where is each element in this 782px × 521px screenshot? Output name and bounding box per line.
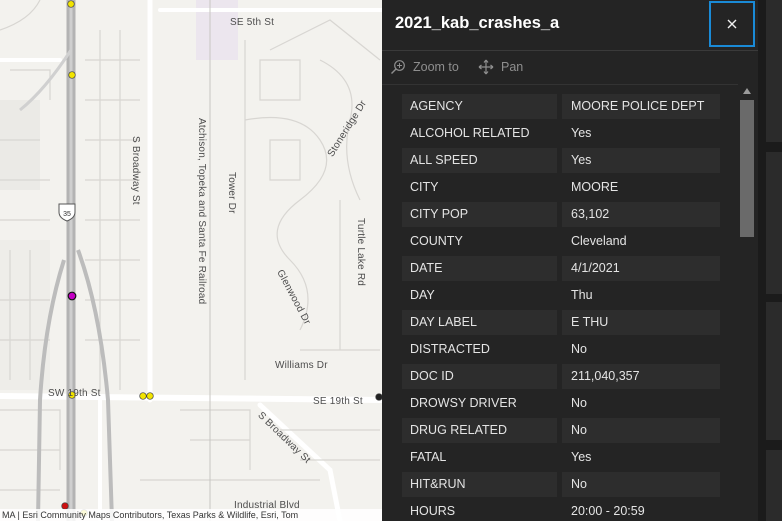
- attribute-key: DROWSY DRIVER: [410, 396, 517, 410]
- attribute-row: DAY LABEL E THU: [402, 310, 720, 337]
- attribute-value: No: [562, 418, 720, 443]
- attribute-value: MOORE POLICE DEPT: [562, 94, 720, 119]
- attribute-key: DISTRACTED: [410, 342, 490, 356]
- street-label: Williams Dr: [275, 360, 328, 371]
- popup-toolbar: Zoom to Pan: [382, 51, 758, 85]
- attribute-value: E THU: [562, 310, 720, 335]
- popup-header: 2021_kab_crashes_a: [382, 0, 758, 51]
- attribute-value: Yes: [571, 450, 592, 464]
- side-panel-strip: [758, 0, 782, 521]
- attribute-row: DAY Thu: [402, 283, 720, 310]
- street-label: Tower Dr: [226, 172, 237, 214]
- side-card: [766, 0, 782, 142]
- street-label: SW 19th St: [48, 388, 101, 399]
- crash-point: [68, 71, 76, 79]
- popup-title: 2021_kab_crashes_a: [395, 14, 560, 32]
- attribute-key: HIT&RUN: [402, 472, 557, 497]
- attribute-row: ALL SPEED Yes: [402, 148, 720, 175]
- street-label: SE 19th St: [313, 396, 363, 407]
- map-view[interactable]: 35 SE 5th St S Broadway St Atchison, Top…: [0, 0, 382, 521]
- attribute-row: AGENCY MOORE POLICE DEPT: [402, 94, 720, 121]
- attribute-content[interactable]: AGENCY MOORE POLICE DEPT ALCOHOL RELATED Ye…: [382, 84, 740, 521]
- attribute-key: HOURS: [410, 504, 456, 518]
- side-card: [766, 450, 782, 521]
- attribute-key: COUNTY: [410, 234, 463, 248]
- railroad-label: Atchison, Topeka and Santa Fe Railroad: [196, 118, 207, 305]
- attribute-row: ALCOHOL RELATED Yes: [402, 121, 720, 148]
- zoom-to-button[interactable]: Zoom to: [390, 59, 459, 75]
- attribute-row: DATE 4/1/2021: [402, 256, 720, 283]
- side-card: [766, 302, 782, 440]
- crash-point: [139, 392, 147, 400]
- pan-icon: [478, 59, 494, 75]
- side-card: [766, 152, 782, 294]
- attribute-row: DISTRACTED No: [402, 337, 720, 364]
- attribute-value: No: [562, 472, 720, 497]
- scroll-thumb[interactable]: [740, 100, 754, 237]
- street-label: SE 5th St: [230, 17, 275, 28]
- attribute-row: FATAL Yes: [402, 445, 720, 472]
- map-attribution: MA | Esri Community Maps Contributors, T…: [0, 509, 382, 521]
- attribute-value: 20:00 - 20:59: [571, 504, 645, 518]
- crash-point: [146, 392, 154, 400]
- attribute-value: Thu: [571, 288, 593, 302]
- attribute-row: CITY POP 63,102: [402, 202, 720, 229]
- scroll-up-icon[interactable]: [743, 88, 751, 94]
- attribute-table: AGENCY MOORE POLICE DEPT ALCOHOL RELATED Ye…: [402, 94, 720, 521]
- attribute-key: ALCOHOL RELATED: [410, 126, 530, 140]
- attribute-value: MOORE: [571, 180, 619, 194]
- attribute-value: Yes: [562, 148, 720, 173]
- crash-point: [67, 0, 75, 8]
- attribute-key: DOC ID: [402, 364, 557, 389]
- attribute-value: 4/1/2021: [562, 256, 720, 281]
- pan-button[interactable]: Pan: [478, 59, 523, 75]
- close-button[interactable]: [709, 1, 755, 47]
- scrollbar[interactable]: [738, 84, 758, 521]
- street-label: S Broadway St: [130, 136, 141, 205]
- attribute-value: 211,040,357: [562, 364, 720, 389]
- attribute-row: DRUG RELATED No: [402, 418, 720, 445]
- attribute-value: No: [571, 396, 587, 410]
- attribute-key: CITY POP: [402, 202, 557, 227]
- attribute-key: DATE: [402, 256, 557, 281]
- attribute-row: DROWSY DRIVER No: [402, 391, 720, 418]
- basemap: 35: [0, 0, 382, 521]
- street-label: Turtle Lake Rd: [355, 218, 366, 287]
- attribute-row: HOURS 20:00 - 20:59: [402, 499, 720, 521]
- zoom-to-label: Zoom to: [413, 60, 459, 74]
- attribute-key: ALL SPEED: [402, 148, 557, 173]
- attribute-key: DAY LABEL: [402, 310, 557, 335]
- svg-text:35: 35: [63, 211, 71, 218]
- attribute-key: CITY: [410, 180, 439, 194]
- attribute-row: DOC ID 211,040,357: [402, 364, 720, 391]
- attribute-key: AGENCY: [402, 94, 557, 119]
- zoom-icon: [391, 60, 405, 74]
- selected-crash-point: [67, 291, 77, 301]
- attribute-row: COUNTY Cleveland: [402, 229, 720, 256]
- pan-label: Pan: [501, 60, 524, 74]
- attribute-key: FATAL: [410, 450, 447, 464]
- attribute-value: Yes: [571, 126, 592, 140]
- attribute-value: No: [571, 342, 587, 356]
- close-icon: [727, 19, 737, 29]
- attribute-key: DAY: [410, 288, 435, 302]
- attribute-key: DRUG RELATED: [402, 418, 557, 443]
- attribute-value: Cleveland: [571, 234, 627, 248]
- attribute-value: 63,102: [562, 202, 720, 227]
- attribute-row: CITY MOORE: [402, 175, 720, 202]
- attribute-row: HIT&RUN No: [402, 472, 720, 499]
- feature-popup: 2021_kab_crashes_a Zoom to Pan AGENCY MOO…: [382, 0, 758, 521]
